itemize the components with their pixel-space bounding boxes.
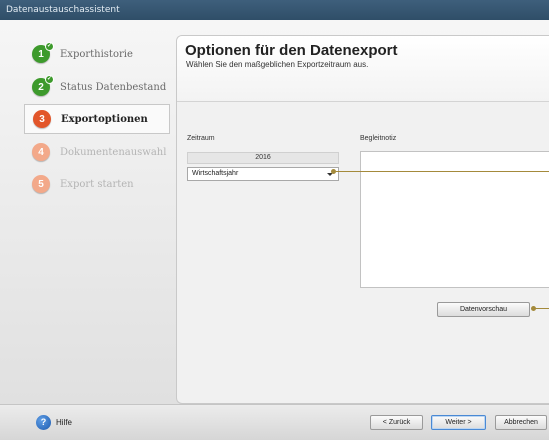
zeitraum-label: Zeitraum bbox=[187, 135, 215, 142]
help-link[interactable]: Hilfe bbox=[56, 418, 72, 427]
wizard-window: 1 ✓ Exporthistorie 2 ✓ Status Datenbesta… bbox=[0, 20, 549, 440]
step-number-3: 3 bbox=[33, 110, 51, 128]
options-panel: Optionen für den Datenexport Wählen Sie … bbox=[176, 35, 549, 404]
begleitnotiz-label: Begleitnotiz bbox=[360, 135, 397, 142]
step-label-export-starten: Export starten bbox=[60, 178, 134, 190]
help-icon[interactable]: ? bbox=[36, 415, 51, 430]
step-label-status-datenbestand: Status Datenbestand bbox=[60, 81, 167, 93]
wizard-footer: ? Hilfe < Zurück Weiter > Abbrechen bbox=[0, 404, 549, 440]
page-title: Optionen für den Datenexport bbox=[185, 42, 398, 59]
step-number-2: 2 ✓ bbox=[32, 75, 54, 96]
step-status-datenbestand[interactable]: 2 ✓ Status Datenbestand bbox=[24, 72, 170, 102]
callout-line-preview bbox=[535, 308, 549, 309]
period-select[interactable]: Wirtschaftsjahr bbox=[187, 167, 339, 181]
year-field[interactable]: 2016 bbox=[187, 152, 339, 164]
step-exportoptionen[interactable]: 3 Exportoptionen bbox=[24, 104, 170, 134]
next-button[interactable]: Weiter > bbox=[431, 415, 486, 430]
step-number-4: 4 bbox=[32, 143, 50, 161]
period-select-value: Wirtschaftsjahr bbox=[192, 170, 239, 177]
step-export-starten: 5 Export starten bbox=[24, 169, 170, 199]
step-number-5: 5 bbox=[32, 175, 50, 193]
step-label-exporthistorie: Exporthistorie bbox=[60, 48, 133, 60]
step-label-exportoptionen: Exportoptionen bbox=[61, 113, 148, 125]
panel-header: Optionen für den Datenexport Wählen Sie … bbox=[177, 36, 549, 102]
window-title: Datenaustauschassistent bbox=[0, 0, 549, 20]
data-preview-button[interactable]: Datenvorschau bbox=[437, 302, 530, 317]
back-button[interactable]: < Zurück bbox=[370, 415, 423, 430]
cancel-button[interactable]: Abbrechen bbox=[495, 415, 547, 430]
checkmark-icon: ✓ bbox=[45, 42, 54, 51]
wizard-steps: 1 ✓ Exporthistorie 2 ✓ Status Datenbesta… bbox=[0, 20, 176, 404]
page-subtitle: Wählen Sie den maßgeblichen Exportzeitra… bbox=[186, 60, 369, 69]
callout-line-select bbox=[336, 171, 549, 172]
step-label-dokumentenauswahl: Dokumentenauswahl bbox=[60, 146, 167, 158]
checkmark-icon: ✓ bbox=[45, 75, 54, 84]
step-exporthistorie[interactable]: 1 ✓ Exporthistorie bbox=[24, 39, 170, 69]
step-number-1: 1 ✓ bbox=[32, 42, 54, 63]
step-dokumentenauswahl: 4 Dokumentenauswahl bbox=[24, 137, 170, 167]
